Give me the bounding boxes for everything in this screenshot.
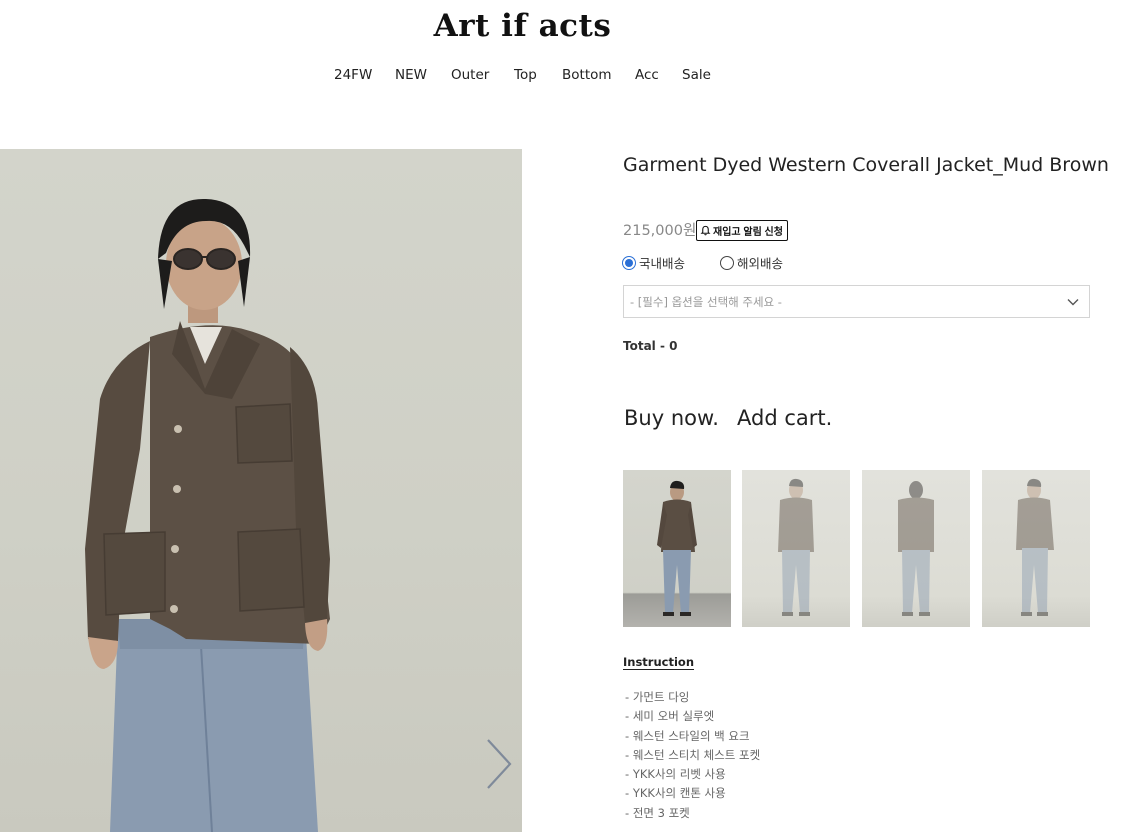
product-price: 215,000원 bbox=[623, 223, 697, 239]
list-item: YKK사의 리벳 사용 bbox=[625, 765, 760, 784]
list-item: 전면 3 포켓 bbox=[625, 804, 760, 823]
instruction-list: 가먼트 다잉 세미 오버 실루엣 웨스턴 스타일의 백 요크 웨스턴 스티치 체… bbox=[625, 688, 760, 823]
thumbnail-gallery bbox=[623, 470, 1090, 627]
chevron-right-icon[interactable] bbox=[478, 734, 518, 794]
list-item: 세미 오버 실루엣 bbox=[625, 707, 760, 726]
thumbnail-image bbox=[1016, 478, 1054, 616]
list-item: YKK사의 캔톤 사용 bbox=[625, 784, 760, 803]
list-item: 웨스턴 스타일의 백 요크 bbox=[625, 727, 760, 746]
thumbnail-image bbox=[898, 481, 934, 616]
nav-item-bottom[interactable]: Bottom bbox=[562, 67, 635, 83]
nav-item-outer[interactable]: Outer bbox=[451, 67, 514, 83]
thumbnail-4[interactable] bbox=[982, 470, 1090, 627]
nav-item-new[interactable]: NEW bbox=[395, 67, 451, 83]
radio-unselected bbox=[720, 255, 734, 270]
restock-label: 재입고 알림 신청 bbox=[713, 227, 783, 238]
buy-now-button[interactable]: Buy now. bbox=[624, 406, 719, 430]
chevron-down-icon bbox=[1067, 299, 1079, 306]
shipping-overseas-radio[interactable]: 해외배송 bbox=[720, 253, 783, 272]
list-item: 가먼트 다잉 bbox=[625, 688, 760, 707]
shipping-overseas-label: 해외배송 bbox=[737, 256, 784, 271]
bell-icon bbox=[700, 225, 711, 236]
product-main-image bbox=[0, 149, 522, 832]
shipping-domestic-label: 국내배송 bbox=[639, 256, 686, 271]
model-photo bbox=[85, 198, 330, 832]
main-nav: 24FW NEW Outer Top Bottom Acc Sale bbox=[334, 67, 711, 83]
option-select[interactable]: - [필수] 옵션을 선택해 주세요 - bbox=[623, 285, 1090, 318]
restock-alert-button[interactable]: 재입고 알림 신청 bbox=[696, 220, 788, 241]
instruction-heading: Instruction bbox=[623, 655, 695, 669]
nav-item-top[interactable]: Top bbox=[514, 67, 562, 83]
add-cart-button[interactable]: Add cart. bbox=[737, 406, 832, 430]
nav-item-sale[interactable]: Sale bbox=[682, 67, 711, 83]
product-page: Art if acts 24FW NEW Outer Top Bottom Ac… bbox=[0, 0, 1125, 832]
shipping-domestic-radio[interactable]: 국내배송 bbox=[622, 253, 685, 272]
option-select-placeholder: - [필수] 옵션을 선택해 주세요 - bbox=[630, 294, 782, 309]
nav-item-24fw[interactable]: 24FW bbox=[334, 67, 395, 83]
thumbnail-image bbox=[657, 480, 697, 616]
radio-selected bbox=[622, 255, 636, 270]
nav-item-acc[interactable]: Acc bbox=[635, 67, 682, 83]
thumbnail-image bbox=[778, 478, 814, 616]
list-item: 웨스턴 스티치 체스트 포켓 bbox=[625, 746, 760, 765]
thumbnail-3[interactable] bbox=[862, 470, 970, 627]
order-total: Total - 0 bbox=[623, 339, 678, 353]
thumbnail-1[interactable] bbox=[623, 470, 731, 627]
site-logo[interactable]: Art if acts bbox=[0, 8, 1045, 44]
thumbnail-2[interactable] bbox=[742, 470, 850, 627]
product-title: Garment Dyed Western Coverall Jacket_Mud… bbox=[623, 154, 1109, 176]
